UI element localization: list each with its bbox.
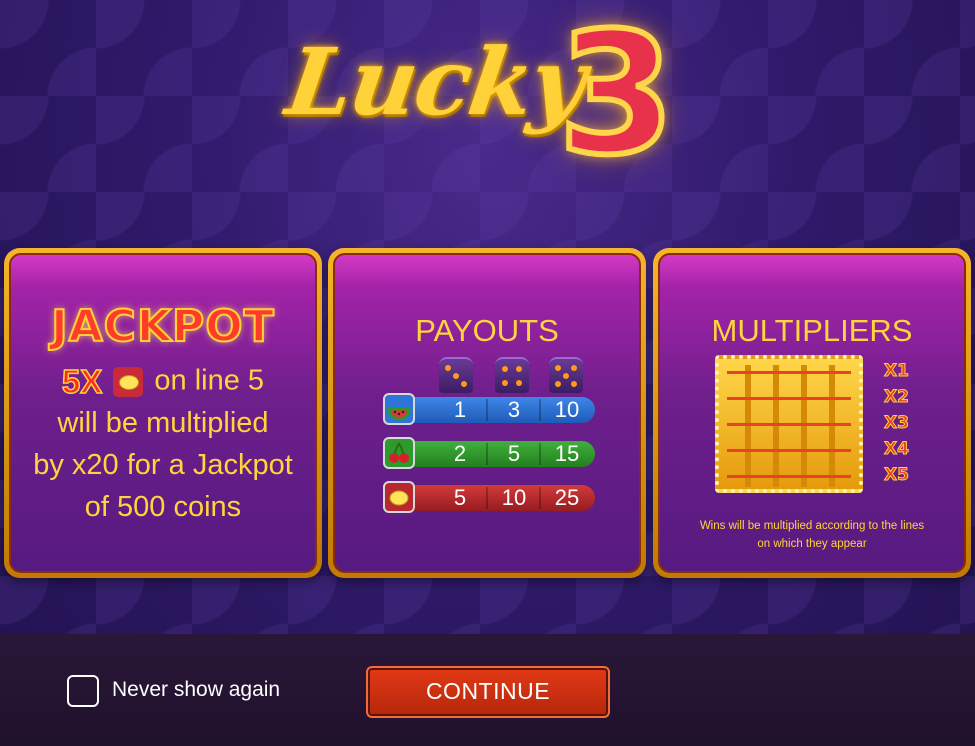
multiplier-label: X2 — [884, 387, 910, 408]
reel-grid-icon — [715, 355, 863, 493]
never-show-checkbox[interactable] — [67, 675, 99, 707]
payouts-title: PAYOUTS — [415, 313, 559, 348]
multipliers-note-line: on which they appear — [757, 538, 867, 550]
multipliers-note: Wins will be multiplied according to the… — [670, 517, 954, 553]
payout-value: 5 — [453, 485, 467, 510]
multiplier-label: X4 — [884, 439, 910, 460]
payout-value: 25 — [554, 485, 580, 510]
die-five-icon — [549, 357, 583, 393]
payout-value: 1 — [453, 397, 467, 422]
multipliers-panel: MULTIPLIERS X1 X2 X3 X4 X5 Wins will be … — [653, 248, 971, 578]
logo-word: Lucky — [280, 28, 591, 136]
payout-value: 10 — [554, 397, 580, 422]
payout-value: 10 — [501, 485, 527, 510]
jackpot-condition: 5X on line 5 — [11, 362, 315, 401]
payout-row-cherries: 2 5 15 — [383, 437, 595, 469]
multiplier-label: X1 — [884, 361, 910, 382]
jackpot-title: JACKPOT — [50, 300, 275, 353]
multipliers-note-line: Wins will be multiplied according to the… — [699, 520, 925, 532]
watermelon-icon — [383, 393, 415, 425]
jackpot-text-line: by x20 for a Jackpot — [33, 449, 293, 481]
logo-number: 3 — [555, 0, 678, 195]
payout-value: 5 — [507, 441, 521, 466]
multipliers-title: MULTIPLIERS — [711, 313, 913, 348]
payout-row-watermelon: 1 3 10 — [383, 393, 595, 425]
lemon-icon — [383, 481, 415, 513]
payouts-panel: PAYOUTS 1 3 10 2 5 15 5 10 25 — [328, 248, 646, 578]
continue-button[interactable]: CONTINUE — [366, 666, 610, 718]
die-three-icon — [439, 357, 473, 393]
never-show-label[interactable]: Never show again — [112, 678, 280, 702]
jackpot-panel: JACKPOT 5X on line 5 will be multiplied … — [4, 248, 322, 578]
jackpot-text-line: will be multiplied — [57, 407, 269, 439]
jackpot-text-line: of 500 coins — [84, 491, 242, 523]
jackpot-multiplier: 5X — [61, 362, 103, 401]
cherries-icon — [383, 437, 415, 469]
die-four-icon — [495, 357, 529, 393]
multiplier-label: X3 — [884, 413, 910, 434]
payout-value: 15 — [554, 441, 580, 466]
jackpot-line-text: on line 5 — [154, 364, 265, 397]
lemon-icon — [113, 367, 144, 397]
payout-row-lemon: 5 10 25 — [383, 481, 595, 513]
payout-value: 3 — [507, 397, 521, 422]
game-logo: Lucky 3 — [280, 0, 680, 195]
payout-value: 2 — [453, 441, 467, 466]
multiplier-label: X5 — [884, 465, 910, 486]
